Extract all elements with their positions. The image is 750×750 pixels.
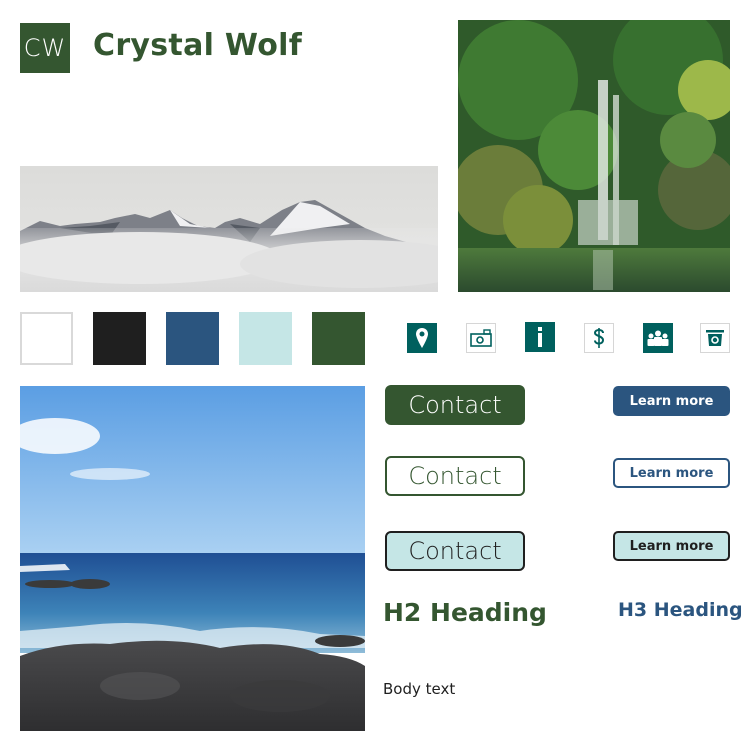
register-icon	[700, 323, 730, 353]
dollar-icon	[584, 323, 614, 353]
h3-heading-sample: H3 Heading	[618, 599, 743, 621]
contact-button-alt[interactable]: Contact	[385, 531, 525, 571]
h2-heading-sample: H2 Heading	[383, 598, 547, 627]
learn-more-button-primary[interactable]: Learn more	[613, 386, 730, 416]
swatch-black	[93, 312, 146, 365]
learn-more-button-alt[interactable]: Learn more	[613, 531, 730, 561]
swatch-navy-blue	[166, 312, 219, 365]
body-text-sample: Body text	[383, 680, 456, 698]
logo-mark: CW	[20, 23, 70, 73]
contact-button-outline[interactable]: Contact	[385, 456, 525, 496]
swatch-white	[20, 312, 73, 365]
swatch-light-aqua	[239, 312, 292, 365]
group-icon	[643, 323, 673, 353]
map-pin-icon	[407, 323, 437, 353]
swatch-forest-green	[312, 312, 365, 365]
learn-more-button-outline[interactable]: Learn more	[613, 458, 730, 488]
camera-icon	[466, 323, 496, 353]
ocean-photo	[20, 386, 365, 731]
waterfall-photo	[458, 20, 730, 292]
mountain-photo	[20, 166, 438, 292]
contact-button-primary[interactable]: Contact	[385, 385, 525, 425]
info-icon	[525, 322, 555, 352]
brand-name: Crystal Wolf	[93, 28, 303, 63]
